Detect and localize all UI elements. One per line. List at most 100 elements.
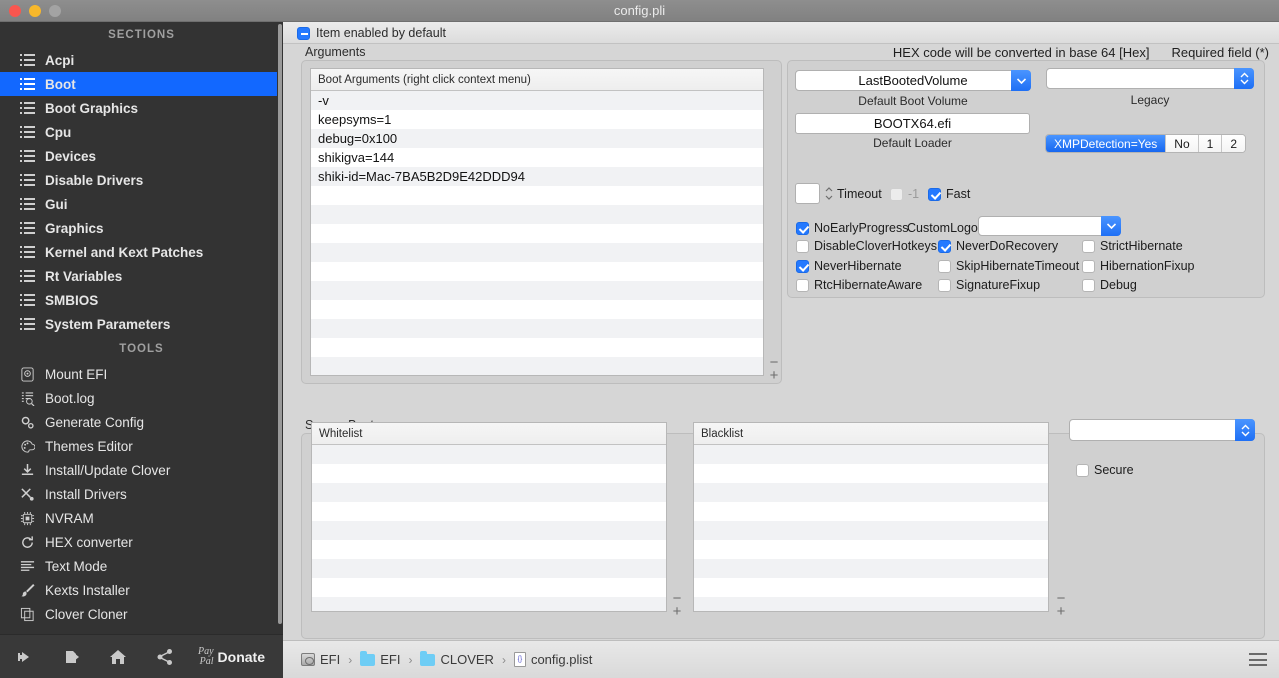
item-enabled-checkbox[interactable] xyxy=(297,26,310,40)
home-icon[interactable] xyxy=(94,635,141,678)
sidebar-item-disable-drivers[interactable]: Disable Drivers xyxy=(0,168,283,192)
checkbox-row-skiphibernatetimeout[interactable]: SkipHibernateTimeout xyxy=(938,259,1079,273)
table-row-empty[interactable] xyxy=(311,243,763,262)
default-loader-input[interactable]: BOOTX64.efi xyxy=(795,113,1030,134)
table-row[interactable]: shikigva=144 xyxy=(311,148,763,167)
no-early-progress-row[interactable]: NoEarlyProgress xyxy=(796,221,908,235)
checkbox-row-signaturefixup[interactable]: SignatureFixup xyxy=(938,278,1040,292)
xmp-segment-0[interactable]: XMPDetection=Yes xyxy=(1046,135,1167,152)
table-row-empty[interactable] xyxy=(694,502,1048,521)
sidebar-tool-text-mode[interactable]: Text Mode xyxy=(0,554,283,578)
table-row[interactable]: keepsyms=1 xyxy=(311,110,763,129)
secure-checkbox-row[interactable]: Secure xyxy=(1076,463,1134,477)
menu-icon[interactable] xyxy=(1249,653,1267,666)
add-argument-button[interactable]: + xyxy=(770,368,779,383)
checkbox-row-neverhibernate[interactable]: NeverHibernate xyxy=(796,259,902,273)
fast-checkbox[interactable] xyxy=(928,187,941,201)
sidebar-tool-install-drivers[interactable]: Install Drivers xyxy=(0,482,283,506)
add-whitelist-button[interactable]: + xyxy=(673,604,682,619)
table-row-empty[interactable] xyxy=(312,445,666,464)
table-row-empty[interactable] xyxy=(311,281,763,300)
table-row-empty[interactable] xyxy=(694,540,1048,559)
item-enabled-row[interactable]: Item enabled by default xyxy=(297,23,446,43)
table-row-empty[interactable] xyxy=(312,464,666,483)
breadcrumb-item-config-plist[interactable]: {} config.plist xyxy=(513,652,592,667)
debug-checkbox[interactable] xyxy=(1082,278,1095,292)
neverhibernate-checkbox[interactable] xyxy=(796,259,809,273)
breadcrumb-item-efi[interactable]: EFI xyxy=(301,652,340,667)
sidebar-item-boot[interactable]: Boot xyxy=(0,72,283,96)
neverdorecovery-checkbox[interactable] xyxy=(938,239,951,253)
whitelist-table[interactable]: Whitelist xyxy=(311,422,667,612)
table-row-empty[interactable] xyxy=(312,502,666,521)
boot-arguments-table[interactable]: Boot Arguments (right click context menu… xyxy=(310,68,764,376)
table-row-empty[interactable] xyxy=(312,559,666,578)
boot-arguments-table-body[interactable]: -v keepsyms=1 debug=0x100 shikigva=144 shiki… xyxy=(311,91,763,375)
custom-logo-select[interactable] xyxy=(978,216,1121,236)
sidebar-tool-themes-editor[interactable]: Themes Editor xyxy=(0,434,283,458)
checkbox-row-stricthibernate[interactable]: StrictHibernate xyxy=(1082,239,1183,253)
disablecloverhotkeys-checkbox[interactable] xyxy=(796,239,809,253)
blacklist-table-body[interactable] xyxy=(694,445,1048,611)
sidebar-tool-nvram[interactable]: NVRAM xyxy=(0,506,283,530)
xmp-segment-1[interactable]: No xyxy=(1166,135,1199,152)
fast-row[interactable]: Fast xyxy=(928,187,970,201)
chevron-down-icon[interactable] xyxy=(1101,216,1121,236)
breadcrumb-item-efi[interactable]: EFI xyxy=(360,650,400,667)
sidebar-item-kernel-and-kext-patches[interactable]: Kernel and Kext Patches xyxy=(0,240,283,264)
sidebar-tool-generate-config[interactable]: Generate Config xyxy=(0,410,283,434)
share-icon[interactable] xyxy=(141,635,188,678)
breadcrumb-item-clover[interactable]: CLOVER xyxy=(420,650,494,667)
sidebar-tool-clover-cloner[interactable]: Clover Cloner xyxy=(0,602,283,626)
chevron-updown-icon[interactable] xyxy=(1234,68,1254,89)
table-row-empty[interactable] xyxy=(312,521,666,540)
sidebar-item-devices[interactable]: Devices xyxy=(0,144,283,168)
sidebar-item-smbios[interactable]: SMBIOS xyxy=(0,288,283,312)
default-boot-volume-select[interactable]: LastBootedVolume xyxy=(795,70,1031,91)
sidebar-item-graphics[interactable]: Graphics xyxy=(0,216,283,240)
checkbox-row-hibernationfixup[interactable]: HibernationFixup xyxy=(1082,259,1195,273)
chevron-updown-icon[interactable] xyxy=(1235,419,1255,441)
signaturefixup-checkbox[interactable] xyxy=(938,278,951,292)
table-row[interactable]: shiki-id=Mac-7BA5B2D9E42DDD94 xyxy=(311,167,763,186)
checkbox-row-rtchibernateaware[interactable]: RtcHibernateAware xyxy=(796,278,922,292)
sidebar-item-boot-graphics[interactable]: Boot Graphics xyxy=(0,96,283,120)
table-row-empty[interactable] xyxy=(311,186,763,205)
sidebar-item-system-parameters[interactable]: System Parameters xyxy=(0,312,283,336)
table-row-empty[interactable] xyxy=(694,521,1048,540)
table-row-empty[interactable] xyxy=(694,578,1048,597)
timeout-input[interactable] xyxy=(795,183,820,204)
xmp-segment-2[interactable]: 1 xyxy=(1198,135,1223,152)
sidebar-tool-mount-efi[interactable]: Mount EFI xyxy=(0,362,283,386)
export-icon[interactable] xyxy=(47,635,94,678)
sidebar-tool-kexts-installer[interactable]: Kexts Installer xyxy=(0,578,283,602)
import-icon[interactable] xyxy=(0,635,47,678)
whitelist-table-body[interactable] xyxy=(312,445,666,611)
table-row[interactable]: -v xyxy=(311,91,763,110)
sidebar-item-acpi[interactable]: Acpi xyxy=(0,48,283,72)
sidebar-item-rt-variables[interactable]: Rt Variables xyxy=(0,264,283,288)
timeout-stepper[interactable] xyxy=(822,183,835,204)
table-row-empty[interactable] xyxy=(311,262,763,281)
table-row-empty[interactable] xyxy=(694,559,1048,578)
secure-checkbox[interactable] xyxy=(1076,463,1089,477)
no-early-progress-checkbox[interactable] xyxy=(796,221,809,235)
table-row-empty[interactable] xyxy=(311,319,763,338)
xmp-segment-3[interactable]: 2 xyxy=(1222,135,1246,152)
table-row-empty[interactable] xyxy=(311,338,763,357)
table-row-empty[interactable] xyxy=(312,578,666,597)
minus-one-row[interactable]: -1 xyxy=(890,187,919,201)
checkbox-row-disablecloverhotkeys[interactable]: DisableCloverHotkeys xyxy=(796,239,937,253)
table-row-empty[interactable] xyxy=(694,445,1048,464)
table-row-empty[interactable] xyxy=(311,357,763,375)
table-row-empty[interactable] xyxy=(694,483,1048,502)
sidebar-item-gui[interactable]: Gui xyxy=(0,192,283,216)
add-blacklist-button[interactable]: + xyxy=(1057,604,1066,619)
rtchibernateaware-checkbox[interactable] xyxy=(796,278,809,292)
table-row-empty[interactable] xyxy=(694,597,1048,611)
table-row-empty[interactable] xyxy=(311,300,763,319)
donate-button[interactable]: Pay Pal Donate xyxy=(198,646,265,667)
stricthibernate-checkbox[interactable] xyxy=(1082,239,1095,253)
checkbox-row-debug[interactable]: Debug xyxy=(1082,278,1137,292)
table-row-empty[interactable] xyxy=(312,540,666,559)
